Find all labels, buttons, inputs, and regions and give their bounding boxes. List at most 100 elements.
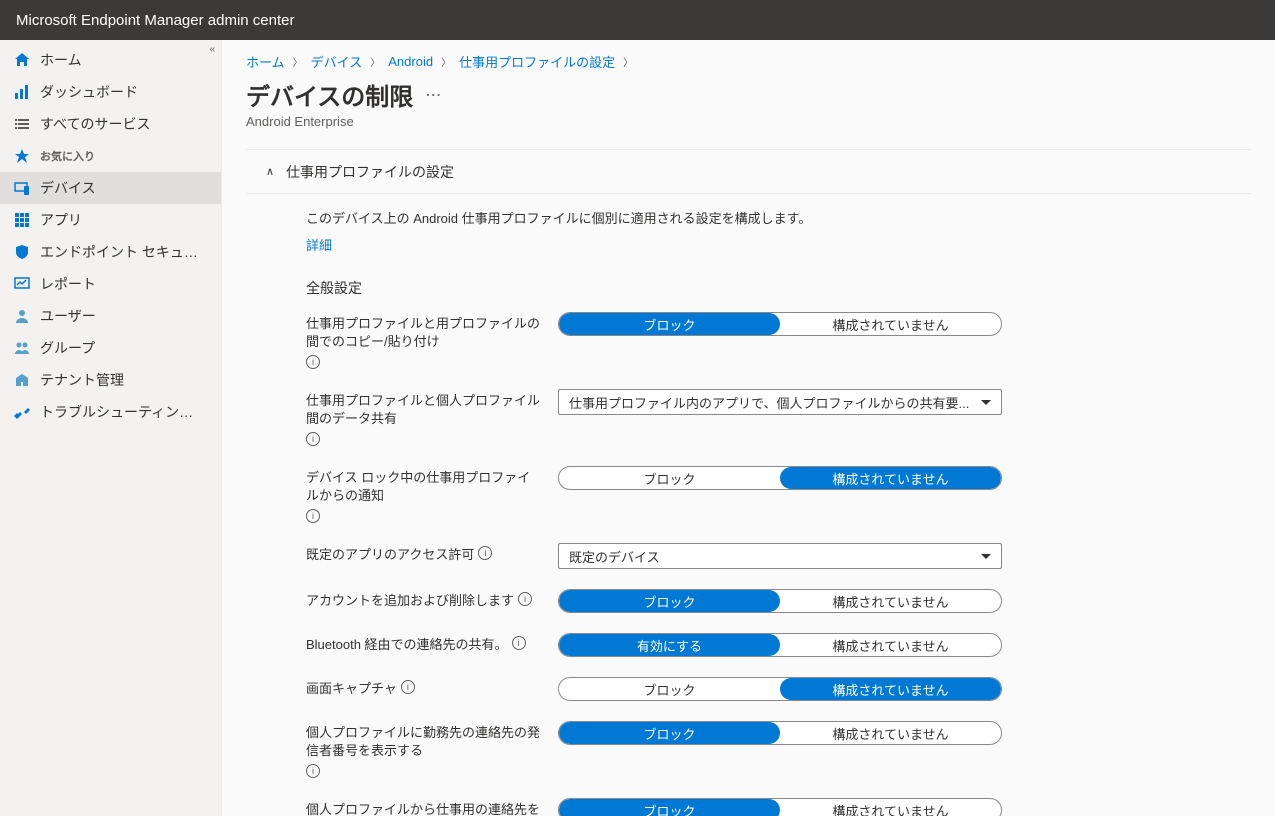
- tools-icon: [14, 404, 30, 420]
- info-icon[interactable]: i: [478, 546, 492, 560]
- notify-lock-option-left[interactable]: ブロック: [559, 467, 780, 489]
- home-icon: [14, 52, 30, 68]
- field-bluetooth: Bluetooth 経由での連絡先の共有。 i 有効にする 構成されていません: [306, 633, 1251, 657]
- field-label-notify-lock: デバイス ロック中の仕事用プロファイルからの通知 i: [306, 466, 542, 523]
- search-contact-toggle: ブロック 構成されていません: [558, 798, 1002, 816]
- field-label-bluetooth: Bluetooth 経由での連絡先の共有。 i: [306, 633, 542, 654]
- capture-option-left[interactable]: ブロック: [559, 678, 780, 700]
- more-actions-icon[interactable]: ⋯: [425, 85, 441, 105]
- sidebar-item-5[interactable]: アプリ: [0, 204, 221, 236]
- section-header-work-profile[interactable]: ∧ 仕事用プロファイルの設定: [246, 150, 1251, 194]
- search-contact-option-left[interactable]: ブロック: [559, 799, 780, 816]
- info-icon[interactable]: i: [518, 592, 532, 606]
- group-title-general: 全般設定: [306, 278, 1251, 298]
- section-title: 仕事用プロファイルの設定: [286, 162, 454, 182]
- sidebar-item-label: ホーム: [40, 50, 82, 70]
- report-icon: [14, 276, 30, 292]
- default-perm-select[interactable]: 既定のデバイス: [558, 543, 1002, 569]
- info-icon[interactable]: i: [306, 764, 320, 778]
- capture-toggle: ブロック 構成されていません: [558, 677, 1002, 701]
- main-content: ホーム 〉 デバイス 〉 Android 〉 仕事用プロファイルの設定 〉 デバ…: [222, 40, 1275, 816]
- notify-lock-toggle: ブロック 構成されていません: [558, 466, 1002, 490]
- shield-icon: [14, 244, 30, 260]
- sidebar-item-label: すべてのサービス: [40, 114, 150, 134]
- sidebar-item-10[interactable]: テナント管理: [0, 364, 221, 396]
- breadcrumb: ホーム 〉 デバイス 〉 Android 〉 仕事用プロファイルの設定 〉: [246, 52, 1251, 71]
- app-title: Microsoft Endpoint Manager admin center: [16, 12, 294, 29]
- chevron-right-icon: 〉: [623, 54, 633, 69]
- chevron-right-icon: 〉: [370, 54, 380, 69]
- sidebar-item-label: ユーザー: [40, 306, 96, 326]
- page-subtitle: Android Enterprise: [246, 114, 1251, 129]
- copy-paste-option-left[interactable]: ブロック: [559, 313, 780, 335]
- app-header: Microsoft Endpoint Manager admin center: [0, 0, 1275, 40]
- field-label-capture: 画面キャプチャ i: [306, 677, 542, 698]
- copy-paste-option-right[interactable]: 構成されていません: [780, 313, 1001, 335]
- field-label-caller-id: 個人プロファイルに勤務先の連絡先の発信者番号を表示する i: [306, 721, 542, 778]
- breadcrumb-home[interactable]: ホーム: [246, 52, 285, 71]
- details-link[interactable]: 詳細: [306, 235, 1251, 254]
- copy-paste-toggle: ブロック 構成されていません: [558, 312, 1002, 336]
- data-share-select[interactable]: 仕事用プロファイル内のアプリで、個人プロファイルからの共有要...: [558, 389, 1002, 415]
- apps-icon: [14, 212, 30, 228]
- sidebar-item-2[interactable]: すべてのサービス: [0, 108, 221, 140]
- sidebar-item-4[interactable]: デバイス: [0, 172, 221, 204]
- breadcrumb-android[interactable]: Android: [388, 54, 433, 69]
- caller-id-option-right[interactable]: 構成されていません: [780, 722, 1001, 744]
- field-label-search-contact: 個人プロファイルから仕事用の連絡先を検索する i: [306, 798, 542, 816]
- field-search-contact: 個人プロファイルから仕事用の連絡先を検索する i ブロック 構成されていません: [306, 798, 1251, 816]
- field-copy-paste: 仕事用プロファイルと用プロファイルの間でのコピー/貼り付け i ブロック 構成さ…: [306, 312, 1251, 369]
- sidebar-item-label: お気に入り: [40, 148, 95, 164]
- breadcrumb-devices[interactable]: デバイス: [311, 52, 363, 71]
- info-icon[interactable]: i: [306, 355, 320, 369]
- field-label-copy-paste: 仕事用プロファイルと用プロファイルの間でのコピー/貼り付け i: [306, 312, 542, 369]
- field-default-perm: 既定のアプリのアクセス許可 i 既定のデバイス: [306, 543, 1251, 569]
- sidebar-item-11[interactable]: トラブルシューティング +...: [0, 396, 221, 428]
- notify-lock-option-right[interactable]: 構成されていません: [780, 467, 1001, 489]
- info-icon[interactable]: i: [306, 432, 320, 446]
- chevron-up-icon: ∧: [266, 165, 274, 178]
- sidebar-item-label: アプリ: [40, 210, 82, 230]
- sidebar-item-7[interactable]: レポート: [0, 268, 221, 300]
- chevron-right-icon: 〉: [441, 54, 451, 69]
- sidebar-item-8[interactable]: ユーザー: [0, 300, 221, 332]
- info-icon[interactable]: i: [306, 509, 320, 523]
- field-account: アカウントを追加および削除します i ブロック 構成されていません: [306, 589, 1251, 613]
- field-notify-lock: デバイス ロック中の仕事用プロファイルからの通知 i ブロック 構成されていませ…: [306, 466, 1251, 523]
- sidebar-item-6[interactable]: エンドポイント セキュリ...: [0, 236, 221, 268]
- account-option-right[interactable]: 構成されていません: [780, 590, 1001, 612]
- caller-id-option-left[interactable]: ブロック: [559, 722, 780, 744]
- star-icon: [14, 148, 30, 164]
- field-label-account: アカウントを追加および削除します i: [306, 589, 542, 610]
- caller-id-toggle: ブロック 構成されていません: [558, 721, 1002, 745]
- section-description: このデバイス上の Android 仕事用プロファイルに個別に適用される設定を構成…: [306, 208, 1251, 227]
- account-toggle: ブロック 構成されていません: [558, 589, 1002, 613]
- capture-option-right[interactable]: 構成されていません: [780, 678, 1001, 700]
- field-label-data-share: 仕事用プロファイルと個人プロファイル間のデータ共有 i: [306, 389, 542, 446]
- bluetooth-option-right[interactable]: 構成されていません: [780, 634, 1001, 656]
- sidebar-item-3[interactable]: お気に入り: [0, 140, 221, 172]
- sidebar-item-label: ダッシュボード: [40, 82, 138, 102]
- field-label-default-perm: 既定のアプリのアクセス許可 i: [306, 543, 542, 564]
- breadcrumb-work-profile[interactable]: 仕事用プロファイルの設定: [459, 52, 615, 71]
- field-caller-id: 個人プロファイルに勤務先の連絡先の発信者番号を表示する i ブロック 構成されて…: [306, 721, 1251, 778]
- info-icon[interactable]: i: [512, 636, 526, 650]
- sidebar-item-9[interactable]: グループ: [0, 332, 221, 364]
- sidebar-item-label: デバイス: [40, 178, 96, 198]
- sidebar-item-label: レポート: [40, 274, 96, 294]
- search-contact-option-right[interactable]: 構成されていません: [780, 799, 1001, 816]
- field-capture: 画面キャプチャ i ブロック 構成されていません: [306, 677, 1251, 701]
- sidebar-item-label: グループ: [40, 338, 95, 358]
- sidebar-item-0[interactable]: ホーム: [0, 44, 221, 76]
- chevron-right-icon: 〉: [293, 54, 303, 69]
- sidebar-item-1[interactable]: ダッシュボード: [0, 76, 221, 108]
- account-option-left[interactable]: ブロック: [559, 590, 780, 612]
- info-icon[interactable]: i: [401, 680, 415, 694]
- bluetooth-option-left[interactable]: 有効にする: [559, 634, 780, 656]
- sidebar-item-label: エンドポイント セキュリ...: [40, 242, 207, 262]
- list-icon: [14, 116, 30, 132]
- collapse-sidebar-icon[interactable]: «: [209, 44, 215, 55]
- dash-icon: [14, 84, 30, 100]
- group-icon: [14, 340, 30, 356]
- sidebar-item-label: テナント管理: [40, 370, 124, 390]
